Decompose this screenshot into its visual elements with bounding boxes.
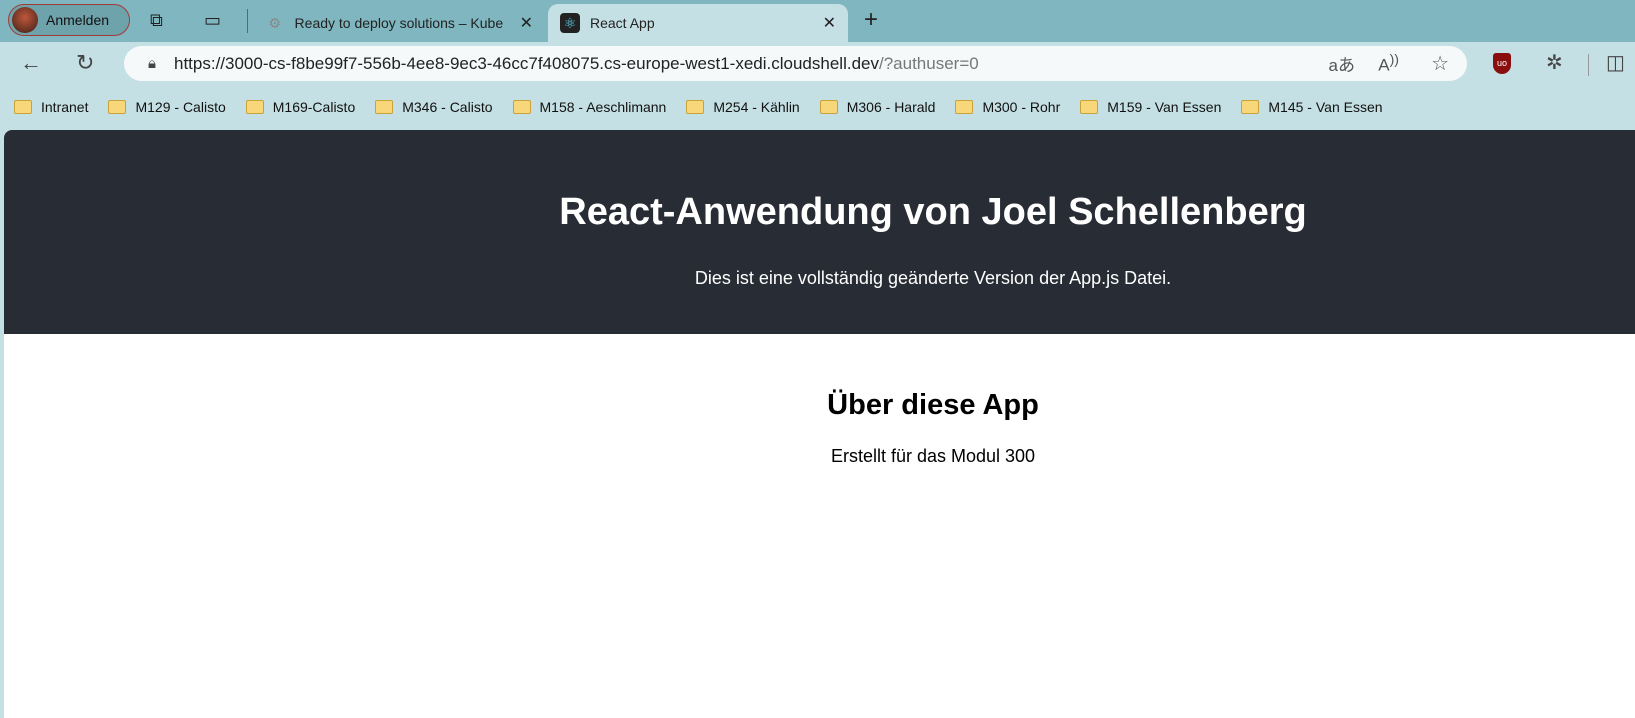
url-query: /?authuser=0: [878, 53, 979, 73]
bookmark-label: M346 - Calisto: [402, 99, 493, 115]
bookmark-folder[interactable]: M158 - Aeschlimann: [512, 99, 667, 115]
bookmarks-bar: Intranet M129 - Calisto M169-Calisto M34…: [14, 92, 1403, 122]
tab-actions-icon[interactable]: ▭: [204, 10, 221, 31]
lock-icon: 🔒︎: [148, 55, 156, 72]
tab-kube[interactable]: ⚙ Ready to deploy solutions – Kube ✕: [253, 4, 545, 42]
folder-icon: [375, 100, 394, 114]
bookmark-folder[interactable]: M145 - Van Essen: [1241, 99, 1383, 115]
section-text: Erstellt für das Modul 300: [830, 446, 1036, 466]
page-title: React-Anwendung von Joel Schellenberg: [559, 191, 1307, 233]
address-bar[interactable]: 🔒︎ https://3000-cs-f8be99f7-556b-4ee8-9e…: [124, 46, 1467, 81]
bookmark-label: M306 - Harald: [846, 99, 936, 115]
bookmark-label: M159 - Van Essen: [1107, 99, 1222, 115]
bookmark-label: M145 - Van Essen: [1268, 99, 1383, 115]
bookmark-folder[interactable]: M169-Calisto: [245, 99, 356, 115]
page-subtitle: Dies ist eine vollständig geänderte Vers…: [694, 268, 1172, 288]
bookmark-label: Intranet: [41, 99, 89, 115]
page-content: React-Anwendung von Joel Schellenberg Di…: [4, 130, 1635, 718]
bookmark-label: M169-Calisto: [272, 99, 356, 115]
gear-icon: ⚙: [268, 14, 282, 31]
read-aloud-icon[interactable]: A)): [1378, 52, 1399, 76]
folder-icon: [14, 100, 32, 114]
bookmark-folder[interactable]: M300 - Rohr: [955, 99, 1060, 115]
workspaces-icon[interactable]: ⧉: [150, 10, 163, 31]
app-header: React-Anwendung von Joel Schellenberg Di…: [4, 130, 1635, 334]
tab-bar: Anmelden ⧉ ▭ ⚙ Ready to deploy solutions…: [0, 0, 1635, 42]
bookmark-label: M129 - Calisto: [135, 99, 226, 115]
folder-icon: [1080, 100, 1099, 114]
folder-icon: [686, 100, 705, 114]
close-icon[interactable]: ✕: [823, 13, 836, 33]
folder-icon: [245, 100, 264, 114]
ublock-icon[interactable]: uo: [1493, 53, 1511, 74]
tab-react-app[interactable]: ⚛ React App ✕: [548, 4, 848, 42]
url-main: https://3000-cs-f8be99f7-556b-4ee8-9ec3-…: [173, 53, 879, 73]
back-icon[interactable]: ←: [20, 50, 42, 76]
profile-label: Anmelden: [46, 12, 110, 28]
divider: [1588, 54, 1589, 76]
bookmark-folder[interactable]: Intranet: [14, 99, 88, 115]
folder-icon: [512, 100, 531, 114]
bookmark-folder[interactable]: M346 - Calisto: [375, 99, 493, 115]
folder-icon: [1241, 100, 1260, 114]
bookmark-label: M300 - Rohr: [982, 99, 1061, 115]
profile-button[interactable]: Anmelden: [8, 4, 130, 36]
react-icon: ⚛: [560, 13, 580, 33]
tab-title: React App: [590, 15, 655, 31]
divider: [247, 9, 248, 33]
bookmark-label: M254 - Kählin: [713, 99, 800, 115]
new-tab-icon[interactable]: +: [864, 6, 878, 34]
split-screen-icon[interactable]: ◫: [1606, 50, 1625, 75]
bookmark-folder[interactable]: M159 - Van Essen: [1080, 99, 1221, 115]
extensions-icon[interactable]: ✲: [1546, 50, 1563, 75]
avatar: [12, 7, 38, 33]
folder-icon: [955, 100, 974, 114]
folder-icon: [819, 100, 838, 114]
tab-title: Ready to deploy solutions – Kube: [294, 15, 504, 31]
reload-icon[interactable]: ↻: [76, 50, 94, 76]
bookmark-folder[interactable]: M306 - Harald: [819, 99, 936, 115]
bookmark-label: M158 - Aeschlimann: [539, 99, 667, 115]
section-title: Über diese App: [827, 389, 1039, 421]
translate-icon[interactable]: aあ: [1329, 51, 1355, 76]
bookmark-folder[interactable]: M254 - Kählin: [686, 99, 800, 115]
folder-icon: [108, 100, 127, 114]
bookmark-folder[interactable]: M129 - Calisto: [108, 99, 226, 115]
favorite-star-icon[interactable]: ☆: [1431, 51, 1449, 76]
about-section: Über diese App Erstellt für das Modul 30…: [4, 334, 1635, 467]
close-icon[interactable]: ✕: [520, 13, 533, 33]
